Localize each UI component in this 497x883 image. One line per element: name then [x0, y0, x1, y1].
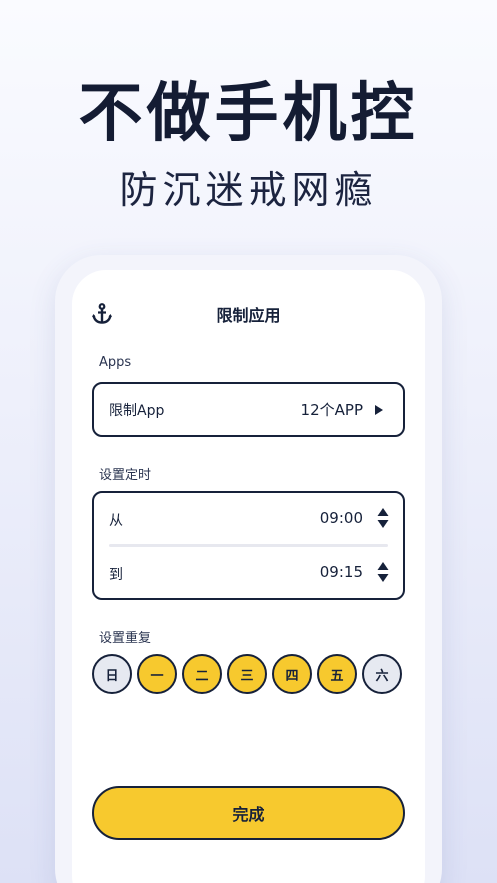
restricted-apps-row[interactable]: 限制App 12个APP [92, 382, 405, 437]
time-section-label: 设置定时 [99, 468, 152, 483]
time-divider [109, 544, 388, 547]
restricted-apps-label: 限制App [109, 403, 165, 419]
day-toggle-sat[interactable]: 六 [362, 654, 402, 694]
from-time-value[interactable]: 09:00 [320, 509, 363, 527]
apps-section-label: Apps [99, 355, 132, 370]
day-toggle-thu[interactable]: 四 [272, 654, 312, 694]
day-toggle-tue[interactable]: 二 [182, 654, 222, 694]
up-down-stepper-icon[interactable] [377, 507, 389, 529]
promo-subline: 防沉迷戒网瘾 [119, 168, 378, 212]
repeat-days: 日 一 二 三 四 五 六 [92, 654, 405, 696]
promo-headline: 不做手机控 [78, 77, 419, 151]
day-toggle-sun[interactable]: 日 [92, 654, 132, 694]
to-time-value[interactable]: 09:15 [320, 563, 363, 581]
app-screen: 限制应用 Apps 限制App 12个APP 设置定时 从 09:00 到 09… [72, 270, 425, 883]
top-bar: 限制应用 [72, 300, 425, 330]
from-label: 从 [109, 513, 123, 529]
restricted-apps-count: 12个APP [300, 401, 363, 419]
to-label: 到 [109, 567, 123, 583]
done-button[interactable]: 完成 [92, 786, 405, 840]
page-title: 限制应用 [216, 306, 281, 325]
day-toggle-wed[interactable]: 三 [227, 654, 267, 694]
time-range-card: 从 09:00 到 09:15 [92, 491, 405, 600]
day-toggle-mon[interactable]: 一 [137, 654, 177, 694]
repeat-section-label: 设置重复 [99, 631, 152, 646]
up-down-stepper-icon[interactable] [377, 561, 389, 583]
play-icon [375, 405, 383, 415]
day-toggle-fri[interactable]: 五 [317, 654, 357, 694]
